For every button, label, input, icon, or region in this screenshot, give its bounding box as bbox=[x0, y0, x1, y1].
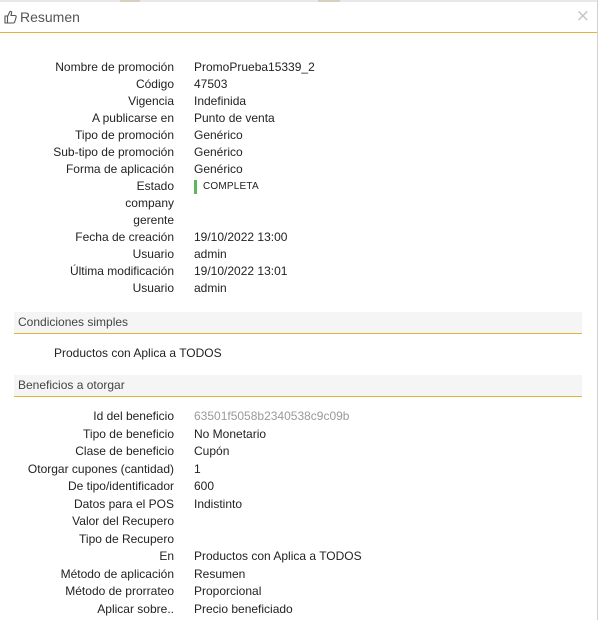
field-label: Estado bbox=[136, 179, 174, 193]
field-row: Otorgar cupones (cantidad) 1 bbox=[0, 461, 598, 478]
field-row: Usuario admin bbox=[0, 246, 598, 263]
field-row: gerente bbox=[0, 212, 598, 229]
field-label: A publicarse en bbox=[91, 111, 174, 125]
field-value: admin bbox=[194, 247, 227, 261]
field-label: Usuario bbox=[132, 247, 174, 261]
field-row: Estado COMPLETA bbox=[0, 178, 598, 195]
field-label: Método de prorrateo bbox=[65, 584, 174, 598]
field-row: Usuario admin bbox=[0, 280, 598, 297]
field-value: Cupón bbox=[194, 444, 230, 458]
cutoff-row bbox=[0, 614, 598, 631]
field-row: De tipo/identificador 600 bbox=[0, 478, 598, 495]
field-value: Genérico bbox=[194, 128, 243, 142]
close-icon[interactable]: × bbox=[576, 7, 590, 25]
field-value: 63501f5058b2340538c9c09b bbox=[194, 409, 350, 423]
field-value: Genérico bbox=[194, 162, 243, 176]
field-value: 19/10/2022 13:01 bbox=[194, 264, 288, 278]
field-value: Productos con Aplica a TODOS bbox=[194, 549, 362, 563]
conditions-text: Productos con Aplica a TODOS bbox=[54, 346, 222, 360]
field-row: En Productos con Aplica a TODOS bbox=[0, 548, 598, 565]
field-row: Forma de aplicación Genérico bbox=[0, 161, 598, 178]
field-value: 1 bbox=[194, 461, 201, 476]
field-row: Tipo de beneficio No Monetario bbox=[0, 426, 598, 443]
field-row: Clase de beneficio Cupón bbox=[0, 443, 598, 460]
status-text: COMPLETA bbox=[203, 181, 259, 192]
field-label: Forma de aplicación bbox=[65, 162, 174, 176]
field-label: Valor del Recupero bbox=[72, 514, 174, 528]
benefits-section-header: Beneficios a otorgar bbox=[14, 375, 582, 397]
field-value: 47503 bbox=[194, 77, 228, 91]
field-label: Id del beneficio bbox=[93, 409, 174, 423]
field-value: Indefinida bbox=[194, 94, 247, 108]
field-value: Punto de venta bbox=[194, 111, 275, 125]
field-value: 600 bbox=[194, 479, 215, 493]
field-value: Resumen bbox=[194, 566, 246, 581]
field-value: No Monetario bbox=[194, 426, 267, 441]
field-value: 19/10/2022 13:00 bbox=[194, 230, 288, 244]
field-label: Tipo de beneficio bbox=[83, 426, 174, 441]
field-value: PromoPrueba15339_2 bbox=[194, 60, 315, 74]
field-value: Proporcional bbox=[194, 584, 262, 598]
field-label: Clase de beneficio bbox=[75, 444, 174, 458]
field-row: Datos para el POS Indistinto bbox=[0, 496, 598, 513]
conditions-section-title: Condiciones simples bbox=[18, 315, 129, 329]
field-label: En bbox=[159, 549, 174, 563]
field-value: admin bbox=[194, 281, 227, 295]
field-label: Fecha de creación bbox=[75, 230, 174, 244]
field-label: De tipo/identificador bbox=[67, 479, 174, 493]
field-row: Nombre de promoción PromoPrueba15339_2 bbox=[0, 59, 598, 76]
field-row: company bbox=[0, 195, 598, 212]
field-label: Vigencia bbox=[128, 94, 174, 108]
field-label: Tipo de Recupero bbox=[79, 531, 174, 546]
conditions-section-header: Condiciones simples bbox=[14, 312, 582, 334]
field-row: Método de aplicación Resumen bbox=[0, 566, 598, 583]
thumbs-up-icon bbox=[4, 10, 17, 24]
field-row: A publicarse en Punto de venta bbox=[0, 110, 598, 127]
field-label: company bbox=[125, 196, 174, 210]
field-row: Id del beneficio 63501f5058b2340538c9c09b bbox=[0, 408, 598, 425]
field-label: Usuario bbox=[132, 281, 174, 295]
field-value: Indistinto bbox=[194, 496, 243, 511]
field-row: Código 47503 bbox=[0, 76, 598, 93]
field-value: Genérico bbox=[194, 145, 243, 159]
status-indicator bbox=[194, 179, 197, 194]
dialog-header: Resumen × bbox=[0, 2, 597, 33]
benefits-section-title: Beneficios a otorgar bbox=[18, 378, 125, 392]
field-label: Otorgar cupones (cantidad) bbox=[27, 461, 174, 476]
field-label: Código bbox=[135, 77, 174, 91]
field-row: Método de prorrateo Proporcional bbox=[0, 583, 598, 600]
field-row: Sub-tipo de promoción Genérico bbox=[0, 144, 598, 161]
field-row: Valor del Recupero bbox=[0, 513, 598, 530]
field-label: Última modificación bbox=[69, 264, 174, 278]
field-label: Nombre de promoción bbox=[55, 60, 174, 74]
field-label: Sub-tipo de promoción bbox=[53, 145, 174, 159]
field-row: Tipo de promoción Genérico bbox=[0, 127, 598, 144]
field-row: Fecha de creación 19/10/2022 13:00 bbox=[0, 229, 598, 246]
field-label: gerente bbox=[133, 213, 174, 227]
field-label: Método de aplicación bbox=[60, 566, 174, 581]
field-label: Tipo de promoción bbox=[75, 128, 174, 142]
dialog-title: Resumen bbox=[20, 9, 80, 25]
field-row: Vigencia Indefinida bbox=[0, 93, 598, 110]
field-row: Última modificación 19/10/2022 13:01 bbox=[0, 263, 598, 280]
field-label: Datos para el POS bbox=[73, 496, 174, 511]
field-row: Tipo de Recupero bbox=[0, 531, 598, 548]
